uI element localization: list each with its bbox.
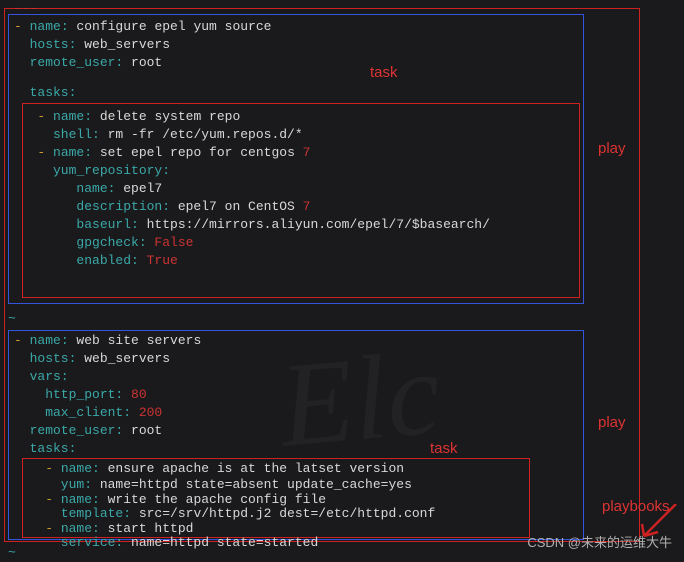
task1-label: task <box>370 64 398 81</box>
task1-shell-line: shell: rm -fr /etc/yum.repos.d/* <box>14 126 303 144</box>
play2-label: play <box>598 414 626 431</box>
task1-enabled-line: enabled: True <box>14 252 178 270</box>
task1-gpgcheck-line: gpgcheck: False <box>14 234 193 252</box>
play1-hosts-line: hosts: web_servers <box>14 36 170 54</box>
play1-remoteuser-line: remote_user: root <box>14 54 162 72</box>
task1-name1-line: - name: delete system repo <box>14 108 240 126</box>
play2-remoteuser-line: remote_user: root <box>14 422 162 440</box>
play1-label: play <box>598 140 626 157</box>
task1-name2-line: - name: set epel repo for centgos 7 <box>14 144 310 162</box>
vim-tilde-2: ~ <box>8 544 16 562</box>
task2-service-line: service: name=httpd state=started <box>14 534 318 552</box>
play2-maxclient-line: max_client: 200 <box>14 404 162 422</box>
csdn-watermark: CSDN @未来的运维大牛 <box>527 532 672 551</box>
task1-baseurl-line: baseurl: https://mirrors.aliyun.com/epel… <box>14 216 490 234</box>
task1-yumrepo-line: yum_repository: <box>14 162 170 180</box>
play2-vars-line: vars: <box>14 368 69 386</box>
yaml-doc-start: --- <box>14 0 37 18</box>
play2-tasks-line: tasks: <box>14 440 76 458</box>
vim-tilde-1: ~ <box>8 310 16 328</box>
task1-reponame-line: name: epel7 <box>14 180 162 198</box>
play1-tasks-line: tasks: <box>14 84 76 102</box>
play2-httpport-line: http_port: 80 <box>14 386 147 404</box>
playbooks-label: playbooks <box>602 498 670 515</box>
play1-name-line: - name: configure epel yum source <box>14 18 271 36</box>
task2-label: task <box>430 440 458 457</box>
play2-name-line: - name: web site servers <box>14 332 201 350</box>
task1-repodesc-line: description: epel7 on CentOS 7 <box>14 198 310 216</box>
play2-hosts-line: hosts: web_servers <box>14 350 170 368</box>
